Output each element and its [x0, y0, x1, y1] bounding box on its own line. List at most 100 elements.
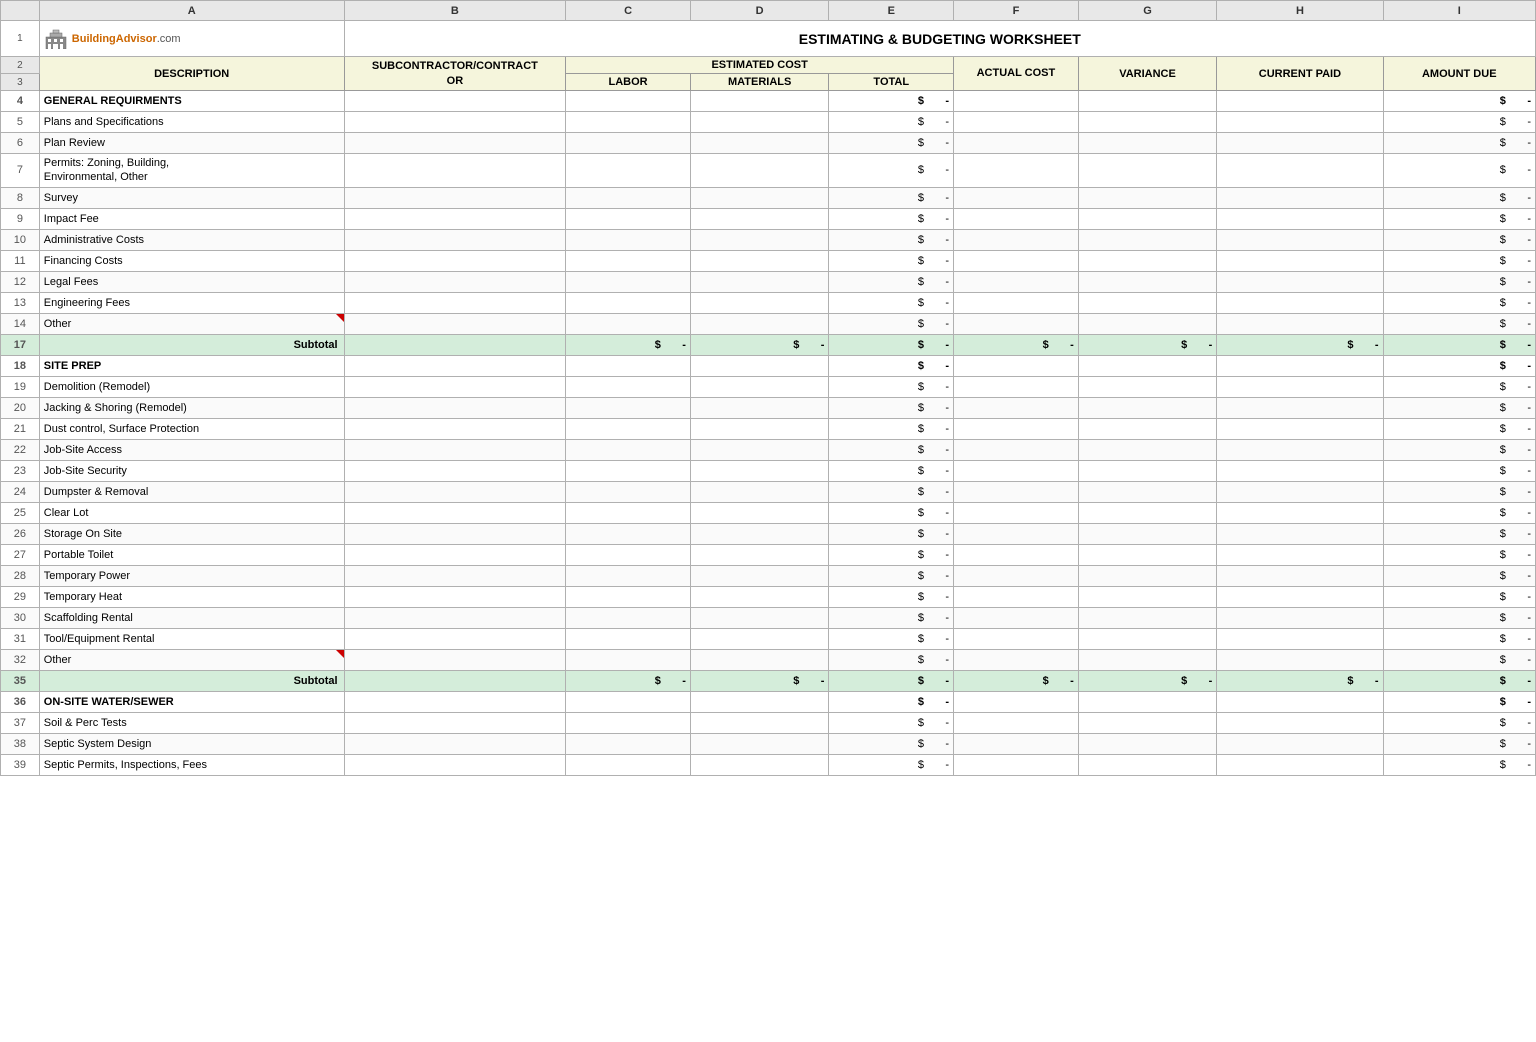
building-icon [44, 29, 68, 49]
row-5: 5 Plans and Specifications $ - $ - [1, 112, 1536, 133]
row-39: 39 Septic Permits, Inspections, Fees $ -… [1, 754, 1536, 775]
corner-cell [1, 1, 40, 21]
worksheet-title: ESTIMATING & BUDGETING WORKSHEET [344, 21, 1535, 57]
clear-lot-desc: Clear Lot [39, 502, 344, 523]
header-row-2: 2 DESCRIPTION SUBCONTRACTOR/CONTRACT OR … [1, 57, 1536, 74]
jacking-desc: Jacking & Shoring (Remodel) [39, 397, 344, 418]
column-letters-row: A B C D E F G H I [1, 1, 1536, 21]
engineering-fees-desc: Engineering Fees [39, 292, 344, 313]
estimated-cost-header: ESTIMATED COST [566, 57, 954, 74]
row-8: 8 Survey $ - $ - [1, 187, 1536, 208]
dust-control-desc: Dust control, Surface Protection [39, 418, 344, 439]
row-10: 10 Administrative Costs $ - $ - [1, 229, 1536, 250]
title-row: 1 [1, 21, 1536, 57]
actual-cost-header: ACTUAL COST [954, 57, 1079, 91]
row-25: 25 Clear Lot $ - $ - [1, 502, 1536, 523]
row-37: 37 Soil & Perc Tests $ - $ - [1, 712, 1536, 733]
description-header: DESCRIPTION [39, 57, 344, 91]
other-general-desc: Other [39, 313, 344, 334]
logo-cell: BuildingAdvisor.com [39, 21, 344, 57]
row-28: 28 Temporary Power $ - $ - [1, 565, 1536, 586]
subtotal-general-label: Subtotal [39, 334, 344, 355]
survey-desc: Survey [39, 187, 344, 208]
general-sub-b [344, 91, 566, 112]
row-26: 26 Storage On Site $ - $ - [1, 523, 1536, 544]
subtotal-general-row: 17 Subtotal $ - $ - $ - $ - $ - $ - $ - [1, 334, 1536, 355]
plan-review-desc: Plan Review [39, 133, 344, 154]
row-38: 38 Septic System Design $ - $ - [1, 733, 1536, 754]
worksheet-table: A B C D E F G H I 1 [0, 0, 1536, 776]
soil-perc-desc: Soil & Perc Tests [39, 712, 344, 733]
job-site-security-desc: Job-Site Security [39, 460, 344, 481]
general-sub-c [566, 91, 691, 112]
row-4-num: 4 [1, 91, 40, 112]
row-31: 31 Tool/Equipment Rental $ - $ - [1, 628, 1536, 649]
tool-equipment-desc: Tool/Equipment Rental [39, 628, 344, 649]
row-29: 29 Temporary Heat $ - $ - [1, 586, 1536, 607]
general-sub-d [690, 91, 829, 112]
row-14: 14 Other $ - $ - [1, 313, 1536, 334]
row-20: 20 Jacking & Shoring (Remodel) $ - $ - [1, 397, 1536, 418]
job-site-access-desc: Job-Site Access [39, 439, 344, 460]
legal-fees-desc: Legal Fees [39, 271, 344, 292]
current-paid-header: CURRENT PAID [1217, 57, 1383, 91]
spreadsheet: A B C D E F G H I 1 [0, 0, 1536, 1042]
storage-onsite-desc: Storage On Site [39, 523, 344, 544]
other-site-prep-desc: Other [39, 649, 344, 670]
row-27: 27 Portable Toilet $ - $ - [1, 544, 1536, 565]
septic-permits-desc: Septic Permits, Inspections, Fees [39, 754, 344, 775]
col-g-header: G [1078, 1, 1217, 21]
col-c-header: C [566, 1, 691, 21]
general-sub-g [1078, 91, 1217, 112]
row-9: 9 Impact Fee $ - $ - [1, 208, 1536, 229]
subtotal-site-prep-row: 35 Subtotal $ - $ - $ - $ - $ - $ - $ - [1, 670, 1536, 691]
materials-header: MATERIALS [690, 74, 829, 91]
portable-toilet-desc: Portable Toilet [39, 544, 344, 565]
labor-header: LABOR [566, 74, 691, 91]
general-sub-f [954, 91, 1079, 112]
permits-desc: Permits: Zoning, Building,Environmental,… [39, 154, 344, 188]
col-h-header: H [1217, 1, 1383, 21]
general-sub-h [1217, 91, 1383, 112]
col-e-header: E [829, 1, 954, 21]
logo-text: BuildingAdvisor.com [72, 33, 181, 45]
section-general-header: 4 GENERAL REQUIRMENTS $ - $ - [1, 91, 1536, 112]
row-32: 32 Other $ - $ - [1, 649, 1536, 670]
scaffolding-desc: Scaffolding Rental [39, 607, 344, 628]
row-1-num: 1 [1, 21, 40, 57]
water-sewer-title: ON-SITE WATER/SEWER [39, 691, 344, 712]
row-11: 11 Financing Costs $ - $ - [1, 250, 1536, 271]
demolition-desc: Demolition (Remodel) [39, 376, 344, 397]
section-site-prep-header: 18 SITE PREP $ - $ - [1, 355, 1536, 376]
general-total-e: $ - [829, 91, 954, 112]
amount-due-header: AMOUNT DUE [1383, 57, 1535, 91]
row-30: 30 Scaffolding Rental $ - $ - [1, 607, 1536, 628]
septic-design-desc: Septic System Design [39, 733, 344, 754]
total-header: TOTAL [829, 74, 954, 91]
general-amount-i: $ - [1383, 91, 1535, 112]
row-21: 21 Dust control, Surface Protection $ - … [1, 418, 1536, 439]
row-12: 12 Legal Fees $ - $ - [1, 271, 1536, 292]
section-water-sewer-header: 36 ON-SITE WATER/SEWER $ - $ - [1, 691, 1536, 712]
row-24: 24 Dumpster & Removal $ - $ - [1, 481, 1536, 502]
row-19: 19 Demolition (Remodel) $ - $ - [1, 376, 1536, 397]
dumpster-desc: Dumpster & Removal [39, 481, 344, 502]
subcontractor-header: SUBCONTRACTOR/CONTRACT OR [344, 57, 566, 91]
row-23: 23 Job-Site Security $ - $ - [1, 460, 1536, 481]
impact-fee-desc: Impact Fee [39, 208, 344, 229]
row-2-num: 2 [1, 57, 40, 74]
general-requirements-title: GENERAL REQUIRMENTS [39, 91, 344, 112]
temp-power-desc: Temporary Power [39, 565, 344, 586]
col-d-header: D [690, 1, 829, 21]
col-f-header: F [954, 1, 1079, 21]
plans-spec-desc: Plans and Specifications [39, 112, 344, 133]
col-b-header: B [344, 1, 566, 21]
row-7: 7 Permits: Zoning, Building,Environmenta… [1, 154, 1536, 188]
admin-costs-desc: Administrative Costs [39, 229, 344, 250]
row-22: 22 Job-Site Access $ - $ - [1, 439, 1536, 460]
row-13: 13 Engineering Fees $ - $ - [1, 292, 1536, 313]
col-a-header: A [39, 1, 344, 21]
subtotal-site-prep-label: Subtotal [39, 670, 344, 691]
site-prep-title: SITE PREP [39, 355, 344, 376]
temp-heat-desc: Temporary Heat [39, 586, 344, 607]
